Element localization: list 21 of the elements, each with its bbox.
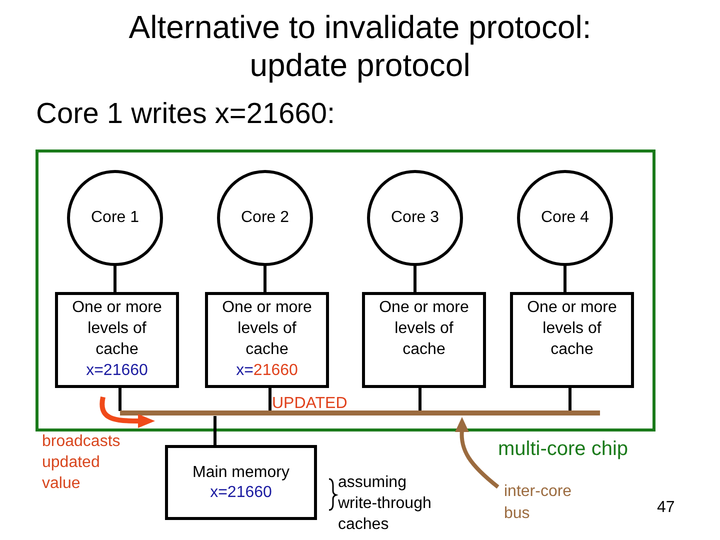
- broadcast-note: broadcasts updated value: [42, 432, 122, 494]
- chip-label: multi-core chip: [498, 437, 628, 461]
- brace-icon: [328, 478, 337, 511]
- bus-label: UPDATED: [272, 395, 348, 413]
- cache-label: One or more levels of cache: [378, 298, 470, 360]
- slide-title: Alternative to invalidate protocol: update protocol: [128, 8, 592, 84]
- variable-value: 21660: [103, 361, 148, 381]
- main-memory-label: Main memory: [192, 462, 290, 482]
- variable-value: 21660: [253, 361, 298, 381]
- assumption-note: assuming write-through caches: [338, 473, 432, 535]
- slide-subtitle: Core 1 writes x=21660:: [36, 97, 336, 132]
- cache-label: One or more levels of cache: [526, 298, 618, 360]
- page-number: 47: [657, 498, 675, 518]
- variable-label: x=: [86, 361, 104, 381]
- variable-label: x=: [236, 361, 254, 381]
- cache-label: One or more levels of cache: [221, 298, 313, 360]
- main-memory-value: x=21660: [210, 482, 272, 502]
- cache-label: One or more levels of cache: [71, 298, 163, 360]
- broadcast-arrow: [100, 396, 155, 428]
- bus-pointer-arrow: [455, 417, 500, 489]
- bus-note: inter-core bus: [504, 482, 573, 524]
